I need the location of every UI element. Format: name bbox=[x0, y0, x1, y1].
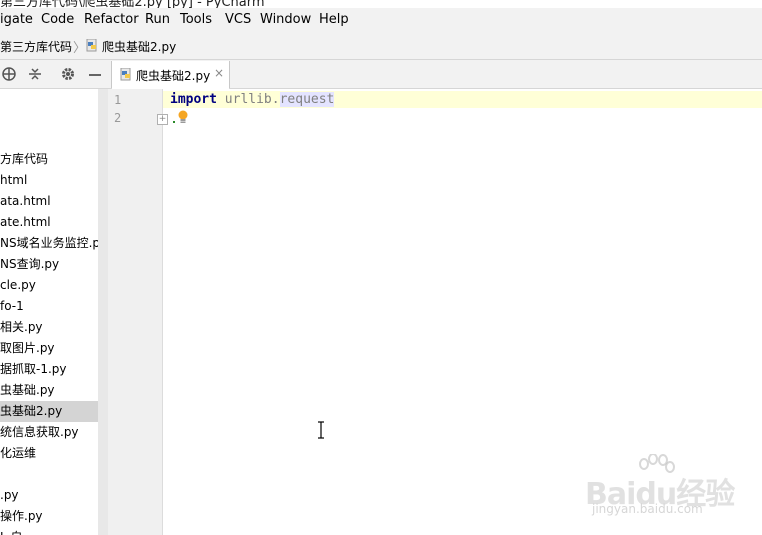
menu-bar: igate Code Refactor Run Tools VCS Window… bbox=[0, 8, 762, 33]
code-module: urllib. bbox=[224, 92, 280, 107]
tree-item[interactable]: fo-1 bbox=[0, 296, 98, 317]
breadcrumb-separator-icon: 〉 bbox=[73, 41, 87, 56]
tree-item[interactable]: 相关.py bbox=[0, 317, 98, 338]
menu-vcs[interactable]: VCS bbox=[225, 12, 251, 27]
tree-item[interactable]: 据抓取-1.py bbox=[0, 359, 98, 380]
line-number: 1 bbox=[114, 93, 122, 107]
tree-item[interactable]: ate.html bbox=[0, 212, 98, 233]
breadcrumb-folder[interactable]: 第三方库代码 bbox=[0, 38, 72, 55]
tree-item[interactable]: ata.html bbox=[0, 191, 98, 212]
line-number: 2 bbox=[114, 111, 122, 125]
tree-item[interactable]: 统信息获取.py bbox=[0, 422, 98, 443]
tree-item[interactable]: 虫基础.py bbox=[0, 380, 98, 401]
watermark-url: jingyan.baidu.com bbox=[592, 502, 703, 516]
menu-help[interactable]: Help bbox=[319, 12, 349, 27]
tree-item[interactable]: L 自 bbox=[0, 527, 98, 535]
tree-item[interactable]: 取图片.py bbox=[0, 338, 98, 359]
tab-label: 爬虫基础2.py bbox=[136, 69, 211, 83]
code-keyword: import bbox=[170, 92, 217, 107]
intention-bulb-icon[interactable] bbox=[172, 109, 190, 125]
project-toolbar bbox=[0, 60, 108, 89]
editor-gutter: 1 2 bbox=[108, 89, 163, 535]
tree-item[interactable]: 方库代码 bbox=[0, 149, 98, 170]
close-icon[interactable]: × bbox=[214, 66, 224, 80]
python-file-icon bbox=[120, 68, 131, 81]
menu-code[interactable]: Code bbox=[41, 12, 74, 27]
window-title: 第三方库代码\爬虫基础2.py [py] - PyCharm bbox=[0, 0, 265, 8]
tab-file[interactable]: 爬虫基础2.py × bbox=[111, 61, 230, 90]
tree-item[interactable]: 化运维 bbox=[0, 443, 98, 464]
gear-icon[interactable] bbox=[59, 65, 77, 83]
editor-tab-bar: 爬虫基础2.py × bbox=[108, 60, 762, 90]
project-tree: 方库代码 html ata.html ate.html NS域名业务监控.py … bbox=[0, 89, 98, 535]
menu-run[interactable]: Run bbox=[145, 12, 170, 27]
hide-minimize-icon[interactable] bbox=[86, 65, 104, 83]
tree-item[interactable]: .py bbox=[0, 485, 98, 506]
tree-item[interactable]: cle.py bbox=[0, 275, 98, 296]
tree-item[interactable]: NS查询.py bbox=[0, 254, 98, 275]
menu-refactor[interactable]: Refactor bbox=[84, 12, 139, 27]
collapse-all-icon[interactable] bbox=[26, 65, 44, 83]
project-tree-scrollbar[interactable] bbox=[98, 89, 108, 535]
locate-target-icon[interactable] bbox=[0, 65, 18, 83]
window-titlebar: 第三方库代码\爬虫基础2.py [py] - PyCharm bbox=[0, 0, 762, 8]
tree-item[interactable] bbox=[0, 464, 98, 485]
fold-toggle-icon[interactable]: + bbox=[157, 114, 168, 125]
breadcrumb: 第三方库代码 〉 爬虫基础2.py bbox=[0, 33, 762, 60]
breadcrumb-file[interactable]: 爬虫基础2.py bbox=[102, 38, 176, 55]
tree-item[interactable]: html bbox=[0, 170, 98, 191]
menu-navigate[interactable]: igate bbox=[0, 12, 33, 27]
tree-item-selected[interactable]: 虫基础2.py bbox=[0, 401, 98, 422]
tree-item[interactable]: 操作.py bbox=[0, 506, 98, 527]
menu-window[interactable]: Window bbox=[260, 12, 311, 27]
python-file-icon bbox=[86, 39, 97, 52]
tree-item[interactable]: NS域名业务监控.py bbox=[0, 233, 98, 254]
menu-tools[interactable]: Tools bbox=[180, 12, 212, 27]
text-cursor-icon bbox=[318, 421, 324, 439]
code-attr: request bbox=[279, 92, 335, 107]
code-line-1: import urllib.request bbox=[170, 92, 335, 107]
